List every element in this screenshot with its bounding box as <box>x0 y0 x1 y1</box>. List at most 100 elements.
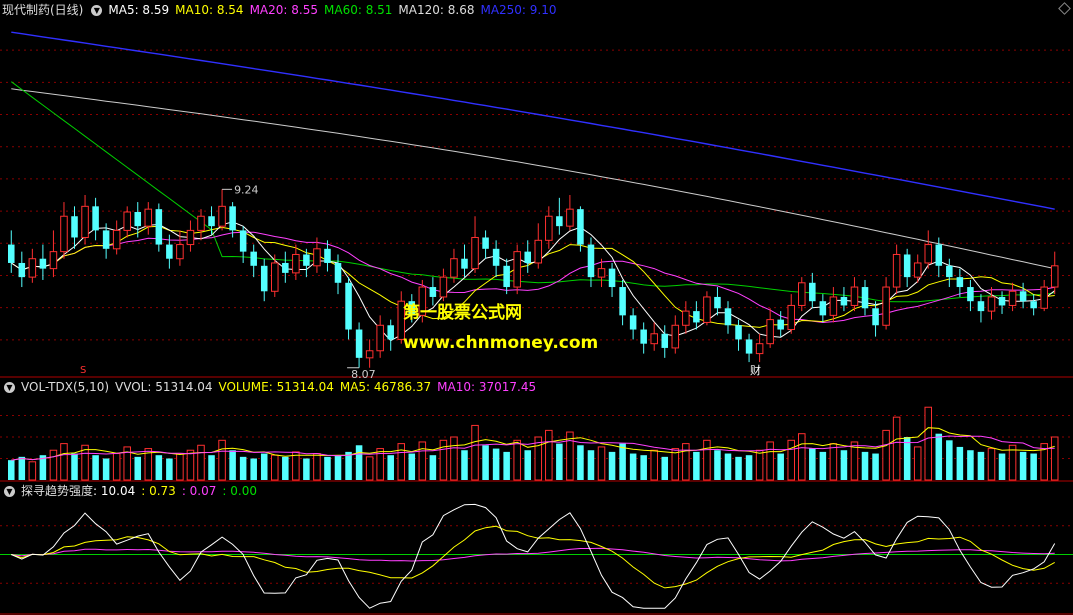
candle-body <box>861 287 869 309</box>
candle-body <box>755 343 764 355</box>
candle-body <box>39 258 47 269</box>
strength-indicator: : 0.73 <box>141 484 176 498</box>
candle-body <box>18 262 26 278</box>
volume-bar <box>787 439 795 481</box>
volume-bar <box>282 456 289 480</box>
candle-body <box>513 251 521 288</box>
candle-body <box>482 237 489 249</box>
volume-bar <box>303 458 310 480</box>
volume-bar <box>186 449 195 481</box>
volume-bar <box>946 440 953 480</box>
candle-body <box>787 304 795 331</box>
volume-bar <box>112 453 121 481</box>
watermark-title: 第一股票公式网 <box>403 303 522 323</box>
candle-body <box>1019 291 1027 302</box>
volume-indicator: VOLUME: 51314.04 <box>218 380 334 394</box>
volume-bar <box>524 450 531 480</box>
candle-body <box>208 216 215 227</box>
volume-bar <box>640 455 647 480</box>
volume-bar <box>218 439 226 481</box>
candle-body <box>682 310 690 326</box>
dropdown-icon[interactable]: ▼ <box>91 5 103 16</box>
stock-name: 现代制药(日线) <box>2 3 84 17</box>
volume-bar <box>18 456 26 480</box>
candle-body <box>176 244 184 260</box>
candle-body <box>112 229 121 250</box>
stock-chart[interactable]: 9.248.07S 财 <box>0 0 1073 615</box>
volume-bar <box>102 458 110 480</box>
candle-body <box>282 262 289 273</box>
candle-body <box>365 350 374 359</box>
candle-body <box>545 215 553 241</box>
volume-bar <box>766 441 774 481</box>
volume-bar <box>250 458 257 480</box>
candle-body <box>913 262 922 278</box>
volume-bar <box>819 451 827 480</box>
candle-body <box>8 244 15 263</box>
volume-bar <box>682 443 690 481</box>
candle-body <box>956 277 964 288</box>
main-indicator: MA10: 8.54 <box>175 3 244 17</box>
candle-body <box>81 205 89 238</box>
volume-bar <box>903 437 911 480</box>
candle-body <box>134 211 142 227</box>
volume-bar <box>703 439 711 481</box>
volume-bar <box>629 453 637 480</box>
dropdown-icon[interactable]: ▼ <box>4 382 15 393</box>
candle-body <box>946 265 953 278</box>
main-indicator: MA20: 8.55 <box>249 3 318 17</box>
candle-body <box>777 319 784 330</box>
volume-bar <box>208 455 215 480</box>
candle-body <box>735 325 742 340</box>
volume-bar <box>492 448 500 480</box>
volume-bar <box>714 450 721 480</box>
volume-bar <box>365 456 374 481</box>
candle-body <box>166 244 173 259</box>
strength-line <box>11 503 1056 609</box>
volume-bar <box>882 429 890 481</box>
candle-body <box>924 244 933 264</box>
volume-bar <box>840 450 848 480</box>
volume-bar <box>913 446 922 481</box>
candle-body <box>303 254 310 266</box>
volume-bar <box>155 455 163 480</box>
volume-bar <box>661 456 669 480</box>
volume-bar <box>324 456 331 480</box>
volume-bar <box>482 445 489 480</box>
candle-body <box>28 258 37 278</box>
candle-body <box>49 251 58 270</box>
candle-body <box>619 287 626 316</box>
candle-body <box>271 262 279 292</box>
candle-body <box>144 208 153 227</box>
candle-body <box>566 208 574 227</box>
volume-bar <box>977 451 985 480</box>
candle-body <box>471 236 479 270</box>
volume-bar <box>924 406 933 481</box>
volume-bar <box>998 453 1006 480</box>
candle-body <box>935 244 943 266</box>
candle-body <box>987 296 996 312</box>
volume-bar <box>71 453 78 480</box>
volume-bar <box>545 429 553 481</box>
candle-body <box>345 282 352 330</box>
dropdown-icon[interactable]: ▼ <box>4 486 15 497</box>
volume-bar <box>597 446 606 481</box>
high-label: 9.24 <box>234 183 259 196</box>
candle-body <box>1008 290 1017 306</box>
volume-bar <box>166 458 173 480</box>
volume-bar <box>829 443 838 481</box>
watermark-url: www.chnmoney.com <box>403 333 599 353</box>
candle-body <box>819 301 827 316</box>
volume-bar <box>892 416 901 481</box>
candle-body <box>556 216 563 227</box>
candle-body <box>714 296 721 309</box>
strength-panel-header: ▼ 探寻趋势强度: 10.04: 0.73: 0.07: 0.00 <box>0 483 269 499</box>
candle-body <box>376 324 384 352</box>
candle-body <box>492 248 500 266</box>
volume-bar <box>271 454 279 481</box>
volume-bar <box>471 424 479 481</box>
volume-bar <box>292 451 300 481</box>
volume-bar <box>967 450 974 480</box>
volume-bar <box>450 436 458 481</box>
volume-bar <box>60 443 68 481</box>
